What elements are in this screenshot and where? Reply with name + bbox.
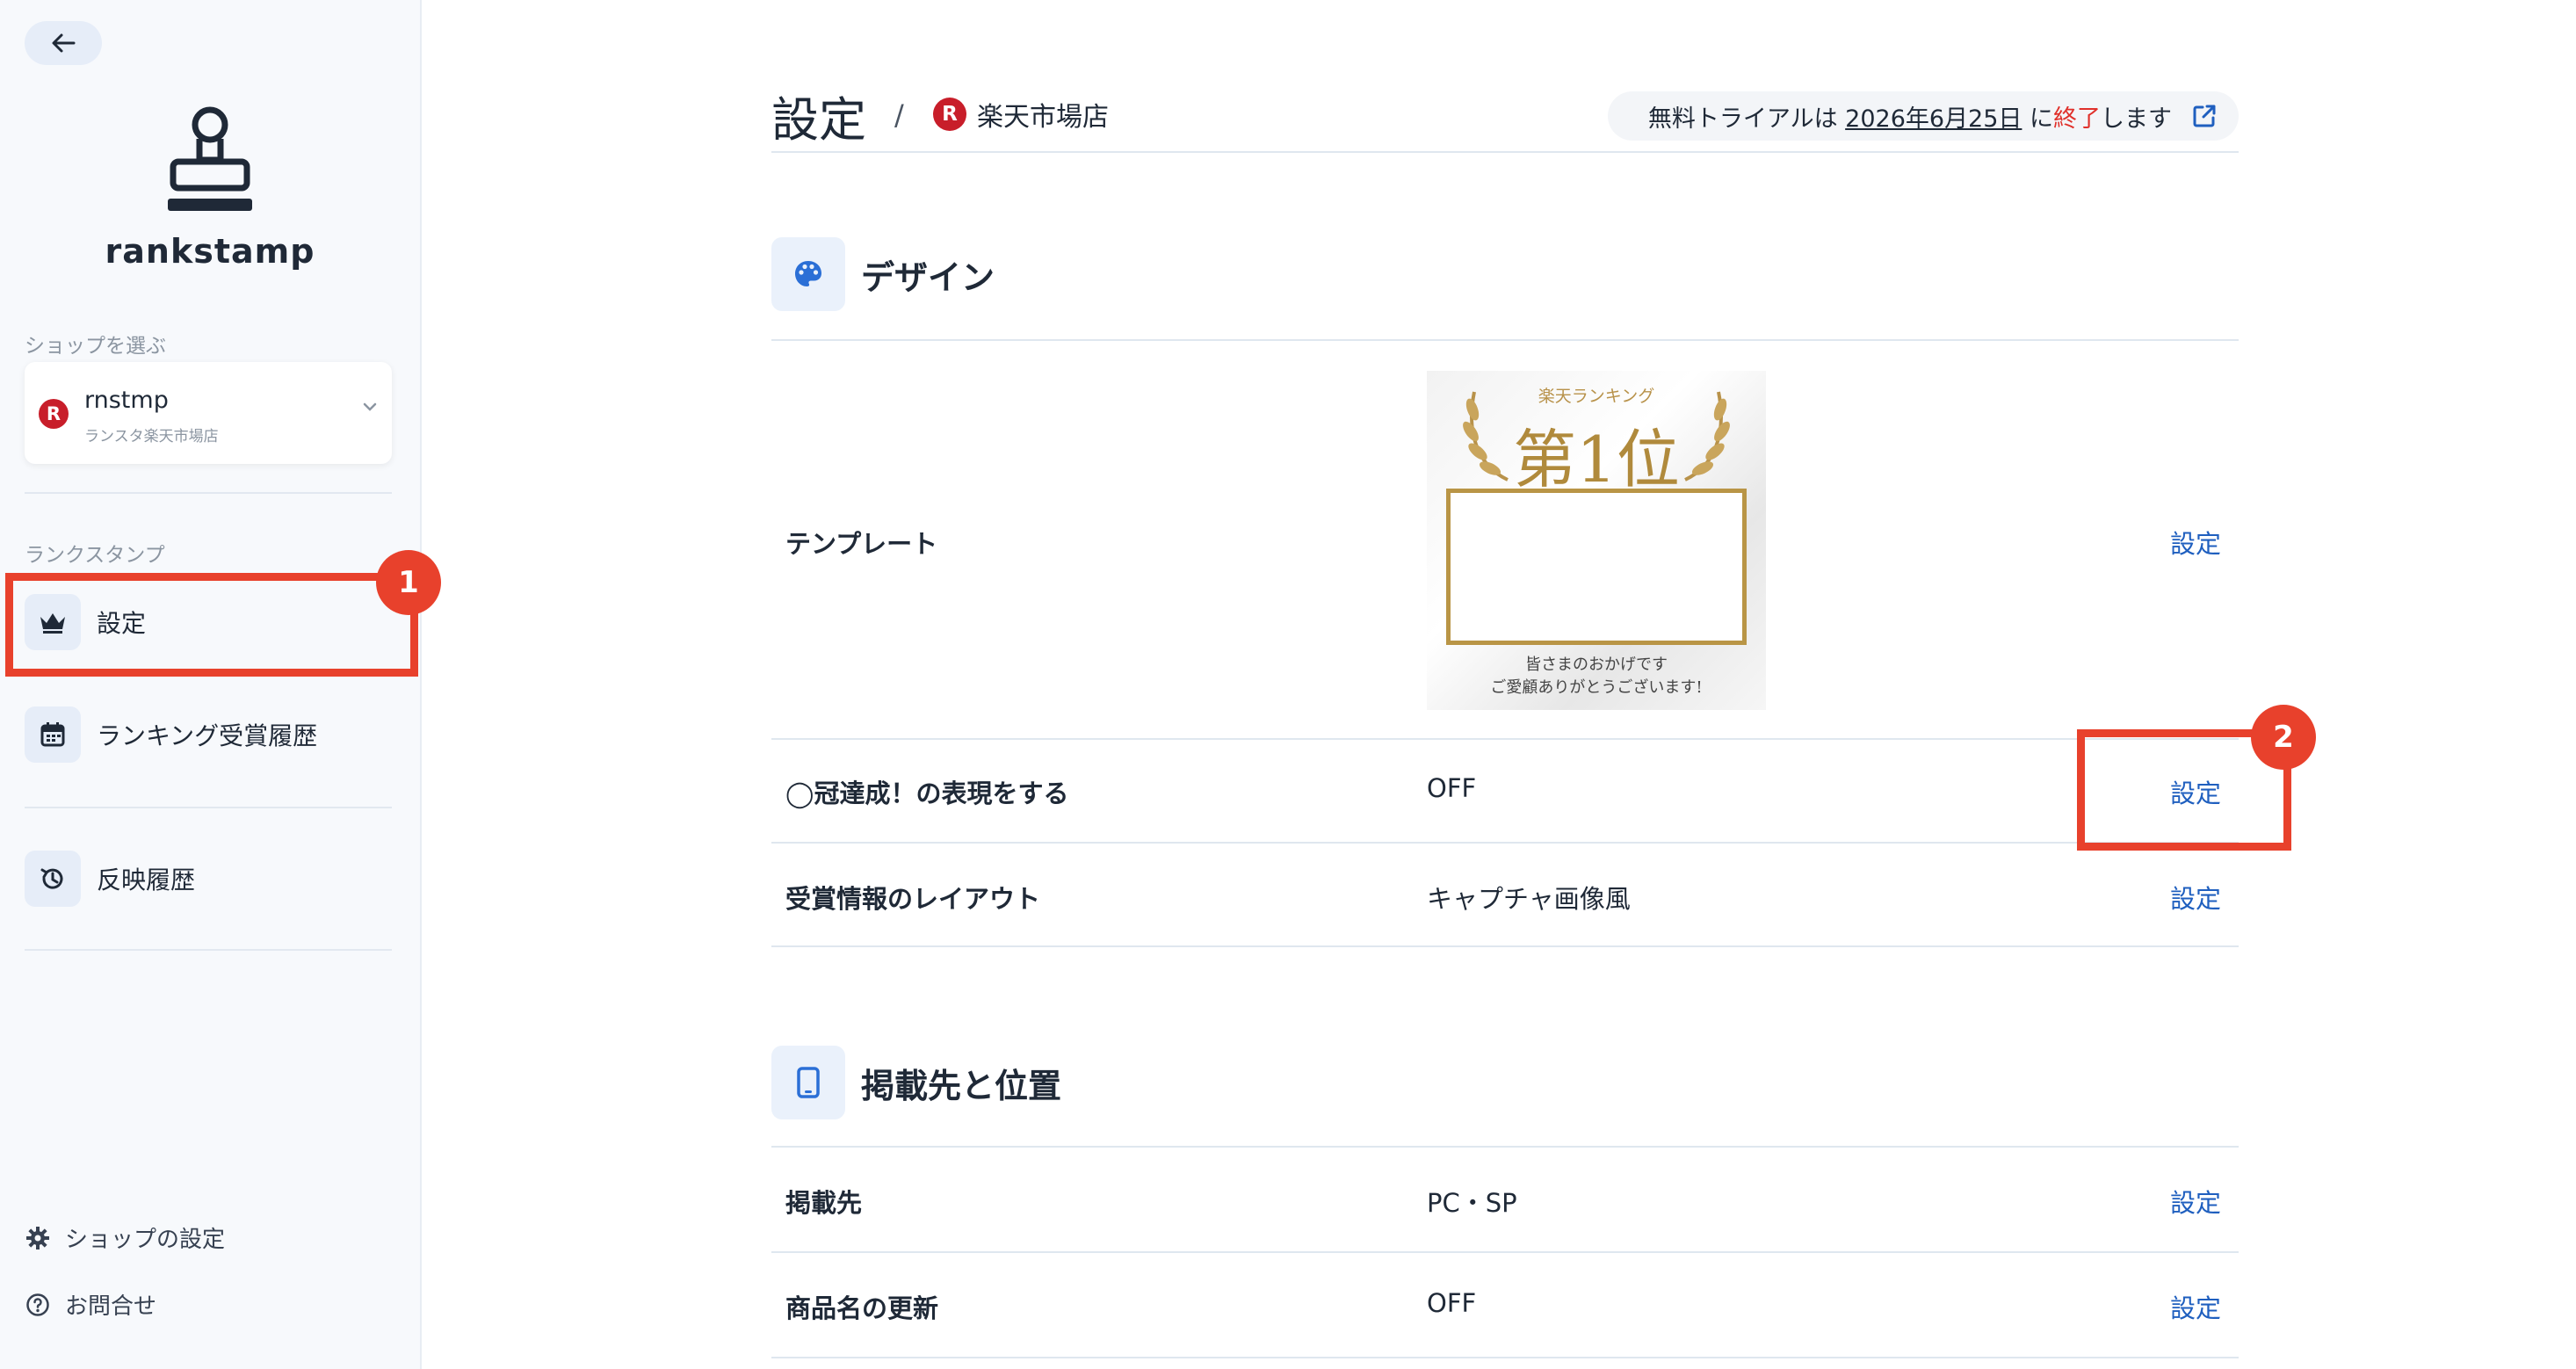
header-divider <box>771 151 2239 153</box>
contact-link[interactable]: お問合せ <box>25 1288 156 1321</box>
row-label: ◯冠達成！の表現をする <box>785 779 1069 808</box>
template-message-1: 皆さまのおかげです <box>1525 656 1668 674</box>
history-icon <box>25 851 81 907</box>
sidebar-item-label: 反映履歴 <box>97 866 196 895</box>
trial-mid: に <box>2022 105 2053 133</box>
sidebar-item-ranking-history[interactable]: ランキング受賞履歴 <box>25 706 392 763</box>
arrow-left-icon <box>52 33 76 53</box>
logo: rankstamp <box>0 105 420 271</box>
product-name-update-settings-link[interactable]: 設定 <box>2170 1288 2221 1325</box>
trial-end-word: 終了 <box>2053 105 2101 133</box>
award-layout-settings-link[interactable]: 設定 <box>2170 879 2221 916</box>
annotation-marker-2: 2 <box>2251 705 2316 770</box>
sidebar: rankstamp ショップを選ぶ R rnstmp ランスタ楽天市場店 ランク… <box>0 0 422 1369</box>
annotation-highlight-1 <box>5 573 418 677</box>
award-layout-row: 受賞情報のレイアウト キャプチャ画像風 設定 <box>771 844 2239 947</box>
stamp-section-label: ランクスタンプ <box>25 544 165 567</box>
template-top-text: 楽天ランキング <box>1538 387 1655 406</box>
row-value: OFF <box>1427 1288 1477 1318</box>
help-icon <box>25 1292 51 1318</box>
breadcrumb-shop: R 楽天市場店 <box>933 95 1109 134</box>
sidebar-item-reflect-history[interactable]: 反映履歴 <box>25 851 392 907</box>
row-label: 掲載先 <box>785 1188 863 1218</box>
smartphone-icon <box>771 1046 845 1119</box>
logo-text: rankstamp <box>105 232 315 271</box>
shop-name: rnstmp <box>84 387 169 414</box>
template-message-2: ご愛顧ありがとうございます! <box>1490 678 1703 697</box>
shop-section-label: ショップを選ぶ <box>25 335 166 358</box>
template-frame <box>1446 489 1747 645</box>
contact-label: お問合せ <box>65 1293 157 1320</box>
section-title: 掲載先と位置 <box>861 1066 1062 1105</box>
page-header: 設定 / R 楽天市場店 無料トライアルは 2026年6月25日 に 終了 しま… <box>771 81 2239 151</box>
row-value: OFF <box>1427 773 1477 803</box>
placement-target-settings-link[interactable]: 設定 <box>2170 1183 2221 1220</box>
row-label: テンプレート <box>785 529 938 559</box>
row-value: PC・SP <box>1427 1188 1517 1218</box>
design-section-header: デザイン <box>771 237 995 311</box>
row-divider <box>771 1357 2239 1358</box>
shop-settings-link[interactable]: ショップの設定 <box>25 1221 225 1254</box>
stamp-icon <box>168 106 252 211</box>
row-label: 商品名の更新 <box>785 1293 939 1323</box>
annotation-marker-1: 1 <box>376 550 441 615</box>
page-title: 設定 <box>771 92 866 148</box>
placement-target-row: 掲載先 PC・SP 設定 <box>771 1148 2239 1251</box>
shop-subtitle: ランスタ楽天市場店 <box>84 428 219 445</box>
calendar-icon <box>25 706 81 763</box>
sidebar-item-label: ランキング受賞履歴 <box>97 721 318 750</box>
chevron-down-icon <box>363 402 377 411</box>
sidebar-divider <box>25 492 392 494</box>
trial-suffix: します <box>2101 105 2172 133</box>
external-link-icon[interactable] <box>2191 103 2218 129</box>
row-divider <box>771 945 2239 947</box>
trial-date: 2026年6月25日 <box>1845 105 2022 133</box>
palette-icon <box>771 237 845 311</box>
back-button[interactable] <box>25 21 102 65</box>
rakuten-badge: R <box>933 98 966 131</box>
breadcrumb-shop-name: 楽天市場店 <box>977 102 1109 133</box>
trial-banner: 無料トライアルは 2026年6月25日 に 終了 します <box>1607 91 2239 141</box>
sidebar-divider <box>25 949 392 951</box>
gear-icon <box>25 1225 51 1251</box>
rakuten-badge: R <box>39 399 69 429</box>
section-title: デザイン <box>861 257 995 297</box>
row-value: キャプチャ画像風 <box>1427 884 1631 914</box>
template-rank-text: 第1位 <box>1513 423 1680 496</box>
shop-settings-label: ショップの設定 <box>65 1227 226 1253</box>
product-name-update-row: 商品名の更新 OFF 設定 <box>771 1253 2239 1357</box>
crown-expression-row: ◯冠達成！の表現をする OFF 設定 <box>771 740 2239 844</box>
template-settings-link[interactable]: 設定 <box>2170 524 2221 561</box>
placement-section-header: 掲載先と位置 <box>771 1046 1061 1119</box>
shop-selector[interactable]: R rnstmp ランスタ楽天市場店 <box>25 362 392 464</box>
template-preview-image: 楽天ランキング 第1位 皆さまのおかげです ご愛顧ありがとうございます! <box>1427 371 1766 710</box>
sidebar-divider <box>25 807 392 808</box>
breadcrumb-separator: / <box>894 98 904 132</box>
trial-prefix: 無料トライアルは <box>1647 105 1846 133</box>
row-label: 受賞情報のレイアウト <box>785 884 1041 914</box>
